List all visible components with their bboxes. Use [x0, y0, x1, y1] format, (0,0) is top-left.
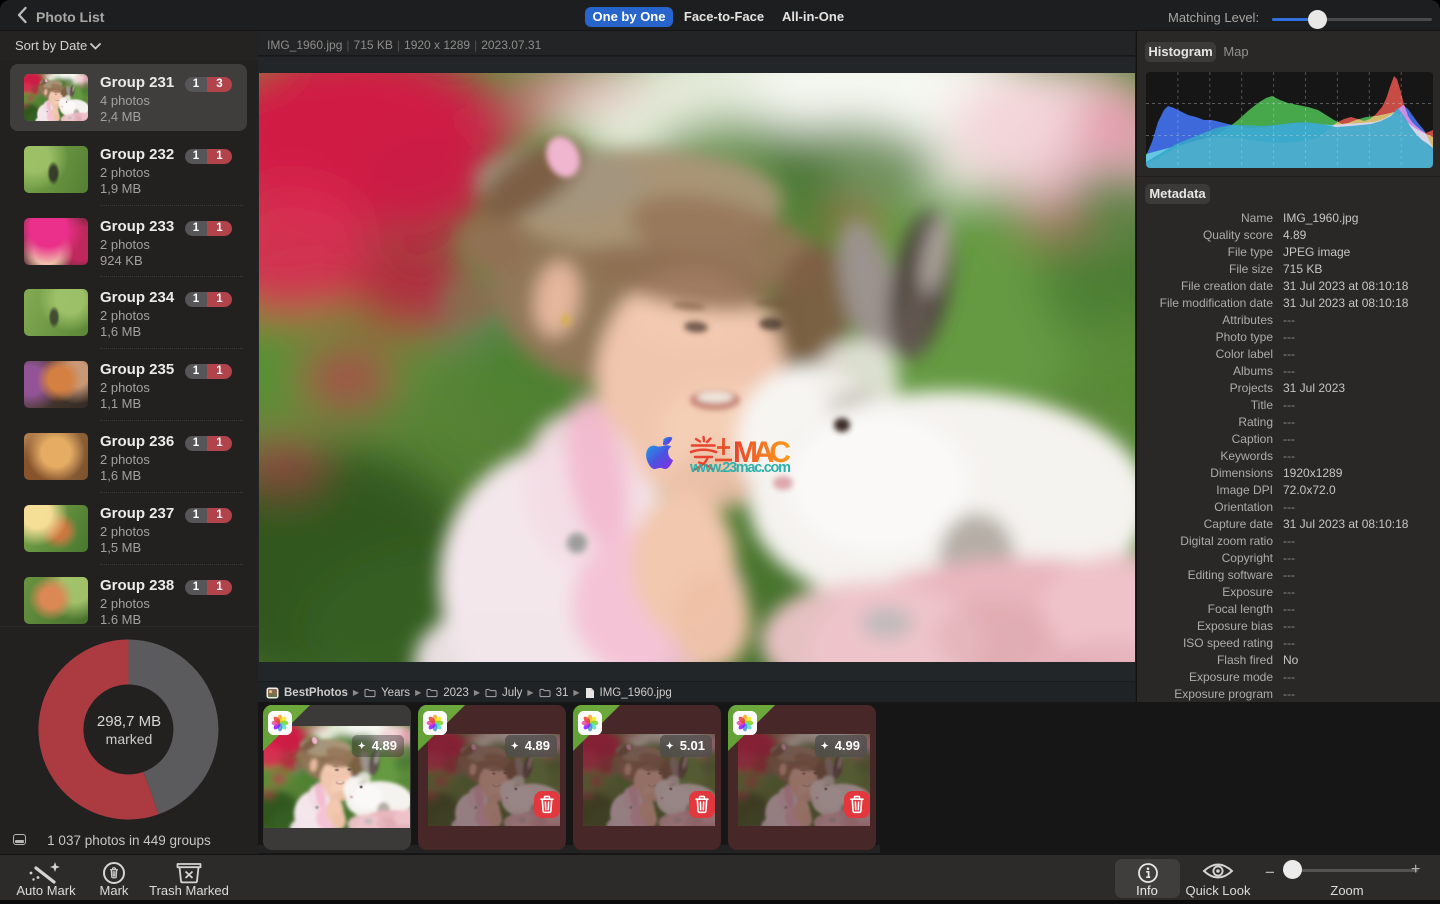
- svg-text:www.23mac.com: www.23mac.com: [689, 460, 791, 476]
